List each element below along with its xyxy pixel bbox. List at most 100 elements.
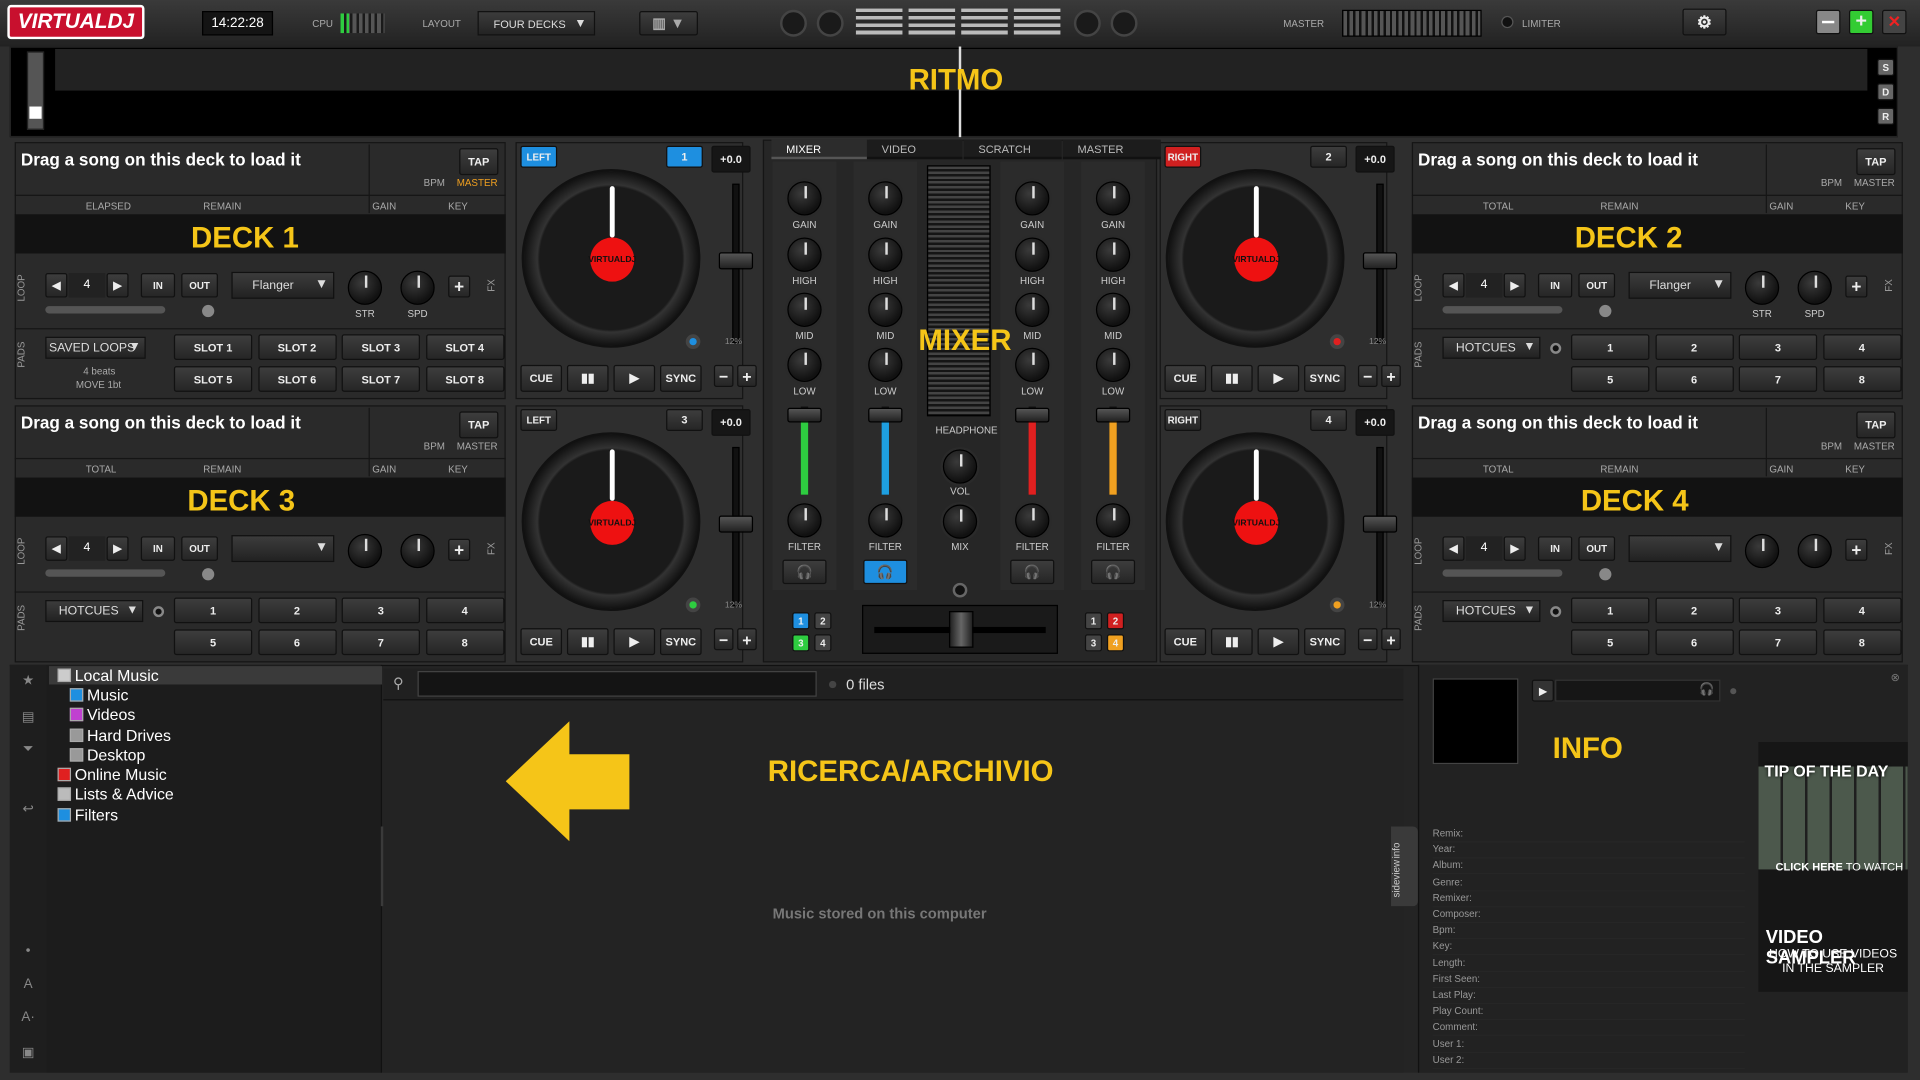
pad-1-button[interactable]: SLOT 1	[173, 334, 253, 361]
dot-icon[interactable]: ●	[16, 947, 40, 969]
crossfader-right-deck-3[interactable]: 3	[1084, 634, 1103, 652]
loop-slider[interactable]	[1442, 569, 1563, 577]
info-close-icon[interactable]: ⊗	[1891, 671, 1900, 684]
cue-button[interactable]: CUE	[1164, 628, 1207, 656]
pad-mode-select[interactable]: HOTCUES ▼	[1442, 336, 1541, 359]
pitch-slider-handle[interactable]	[1362, 515, 1398, 533]
pad-3-button[interactable]: 3	[1738, 597, 1818, 624]
cue-button[interactable]: CUE	[1164, 364, 1207, 392]
rhythm-s-button[interactable]: S	[1877, 58, 1895, 76]
pause-button[interactable]: ▮▮	[566, 628, 609, 656]
pitch-plus-button[interactable]: +	[737, 364, 757, 387]
cue-button[interactable]: CUE	[520, 628, 563, 656]
tree-item-online-music[interactable]: Online Music	[57, 765, 167, 784]
pad-3-button[interactable]: 3	[341, 597, 421, 624]
channel-1-high-knob[interactable]	[787, 237, 822, 272]
pad-6-button[interactable]: 6	[1654, 629, 1734, 656]
channel-1-filter-knob[interactable]	[787, 503, 822, 538]
deck-side-button[interactable]: RIGHT	[1164, 145, 1202, 168]
filter-icon[interactable]: ⏷	[16, 742, 40, 764]
mixer-tab-scratch[interactable]: SCRATCH	[963, 139, 1062, 160]
loop-in-button[interactable]: IN	[1537, 536, 1573, 561]
loop-in-button[interactable]: IN	[1537, 273, 1573, 298]
fx-speed-knob[interactable]	[1797, 533, 1832, 569]
pad-4-button[interactable]: 4	[1822, 597, 1902, 624]
pad-mode-select[interactable]: HOTCUES ▼	[45, 600, 144, 623]
channel-1-mid-knob[interactable]	[787, 292, 822, 327]
fx-strength-knob[interactable]	[1744, 270, 1780, 305]
crossfader-right-deck-4[interactable]: 4	[1106, 634, 1125, 652]
channel-1-gain-knob[interactable]	[787, 181, 822, 216]
pad-4-button[interactable]: SLOT 4	[425, 334, 504, 361]
rhythm-slider[interactable]	[26, 51, 45, 130]
loop-in-button[interactable]: IN	[140, 536, 176, 561]
loop-roll-icon[interactable]	[202, 304, 215, 318]
pause-button[interactable]: ▮▮	[1211, 364, 1253, 392]
channel-2-volume-fader[interactable]	[868, 407, 903, 423]
top-round-button-2[interactable]	[816, 9, 844, 37]
channel-1-pfl-button[interactable]: 🎧	[782, 559, 827, 585]
cue-button[interactable]: CUE	[520, 364, 563, 392]
settings-button[interactable]: ⚙	[1682, 8, 1727, 36]
close-button[interactable]: ✕	[1882, 9, 1907, 35]
channel-4-high-knob[interactable]	[1095, 237, 1131, 272]
loop-roll-icon[interactable]	[1599, 568, 1612, 581]
sideview-tab[interactable]: sideview info	[1391, 826, 1418, 907]
loop-prev-button[interactable]: ◀	[1442, 273, 1465, 298]
channel-3-gain-knob[interactable]	[1015, 181, 1050, 216]
pad-5-button[interactable]: 5	[173, 629, 253, 656]
pitch-plus-button[interactable]: +	[1381, 628, 1401, 651]
deck-side-button[interactable]: LEFT	[520, 408, 558, 432]
loop-out-button[interactable]: OUT	[181, 536, 218, 561]
deck-side-button[interactable]: LEFT	[520, 145, 558, 168]
channel-3-pfl-button[interactable]: 🎧	[1010, 559, 1055, 585]
pitch-plus-button[interactable]: +	[1381, 364, 1401, 387]
mixer-tab-master[interactable]: MASTER	[1062, 139, 1161, 160]
pitch-value[interactable]: +0.0	[1355, 145, 1395, 173]
layout-select[interactable]: FOUR DECKS ▼	[477, 11, 596, 36]
jog-mode-indicator[interactable]	[685, 334, 701, 349]
channel-2-low-knob[interactable]	[868, 347, 903, 383]
top-round-button-3[interactable]	[1073, 9, 1101, 37]
tip-of-the-day[interactable]: TIP OF THE DAY CLICK HERE TO WATCH VIDEO…	[1758, 742, 1908, 992]
pad-1-button[interactable]: 1	[1571, 597, 1650, 624]
star-icon[interactable]: ★	[16, 672, 40, 694]
play-button[interactable]: ▶	[1257, 364, 1300, 392]
crossfader-left-deck-2[interactable]: 2	[814, 612, 832, 630]
pad-5-button[interactable]: 5	[1571, 629, 1650, 656]
pad-5-button[interactable]: 5	[1571, 366, 1650, 392]
channel-4-mid-knob[interactable]	[1095, 292, 1131, 327]
loop-slider[interactable]	[45, 569, 166, 577]
pad-8-button[interactable]: 8	[1822, 629, 1902, 656]
channel-1-volume-fader[interactable]	[787, 407, 822, 423]
channel-4-pfl-button[interactable]: 🎧	[1091, 559, 1136, 585]
pad-6-button[interactable]: SLOT 6	[257, 366, 337, 392]
pad-2-button[interactable]: 2	[1654, 597, 1734, 624]
tap-button[interactable]: TAP	[459, 411, 499, 439]
layout-preset-1[interactable]	[855, 8, 903, 38]
loop-out-button[interactable]: OUT	[1578, 273, 1616, 298]
tap-button[interactable]: TAP	[1856, 411, 1896, 439]
pad-8-button[interactable]: 8	[425, 629, 504, 656]
mixer-tab-video[interactable]: VIDEO	[866, 139, 963, 160]
pitch-value[interactable]: +0.0	[1355, 408, 1395, 436]
channel-3-low-knob[interactable]	[1015, 347, 1050, 383]
loop-slider[interactable]	[1442, 306, 1563, 314]
fx-select[interactable]: Flanger ▼	[1628, 271, 1732, 299]
loop-prev-button[interactable]: ◀	[45, 273, 68, 298]
search-input[interactable]	[417, 671, 817, 697]
deck-number[interactable]: 3	[666, 408, 703, 432]
fx-add-button[interactable]: +	[448, 275, 471, 298]
pad-mode-select[interactable]: HOTCUES ▼	[1442, 600, 1541, 623]
fx-strength-knob[interactable]	[1744, 533, 1780, 569]
font-a-icon[interactable]: A	[16, 977, 40, 999]
font-a-minus-icon[interactable]: A·	[16, 1010, 40, 1032]
pitch-value[interactable]: +0.0	[711, 145, 751, 173]
pitch-slider-handle[interactable]	[718, 515, 754, 533]
loop-slider[interactable]	[45, 306, 166, 314]
fx-speed-knob[interactable]	[1797, 270, 1832, 305]
loop-roll-icon[interactable]	[1599, 304, 1612, 318]
fx-add-button[interactable]: +	[1845, 275, 1868, 298]
sync-button[interactable]: SYNC	[660, 628, 702, 656]
fx-select[interactable]: Flanger ▼	[231, 271, 335, 299]
